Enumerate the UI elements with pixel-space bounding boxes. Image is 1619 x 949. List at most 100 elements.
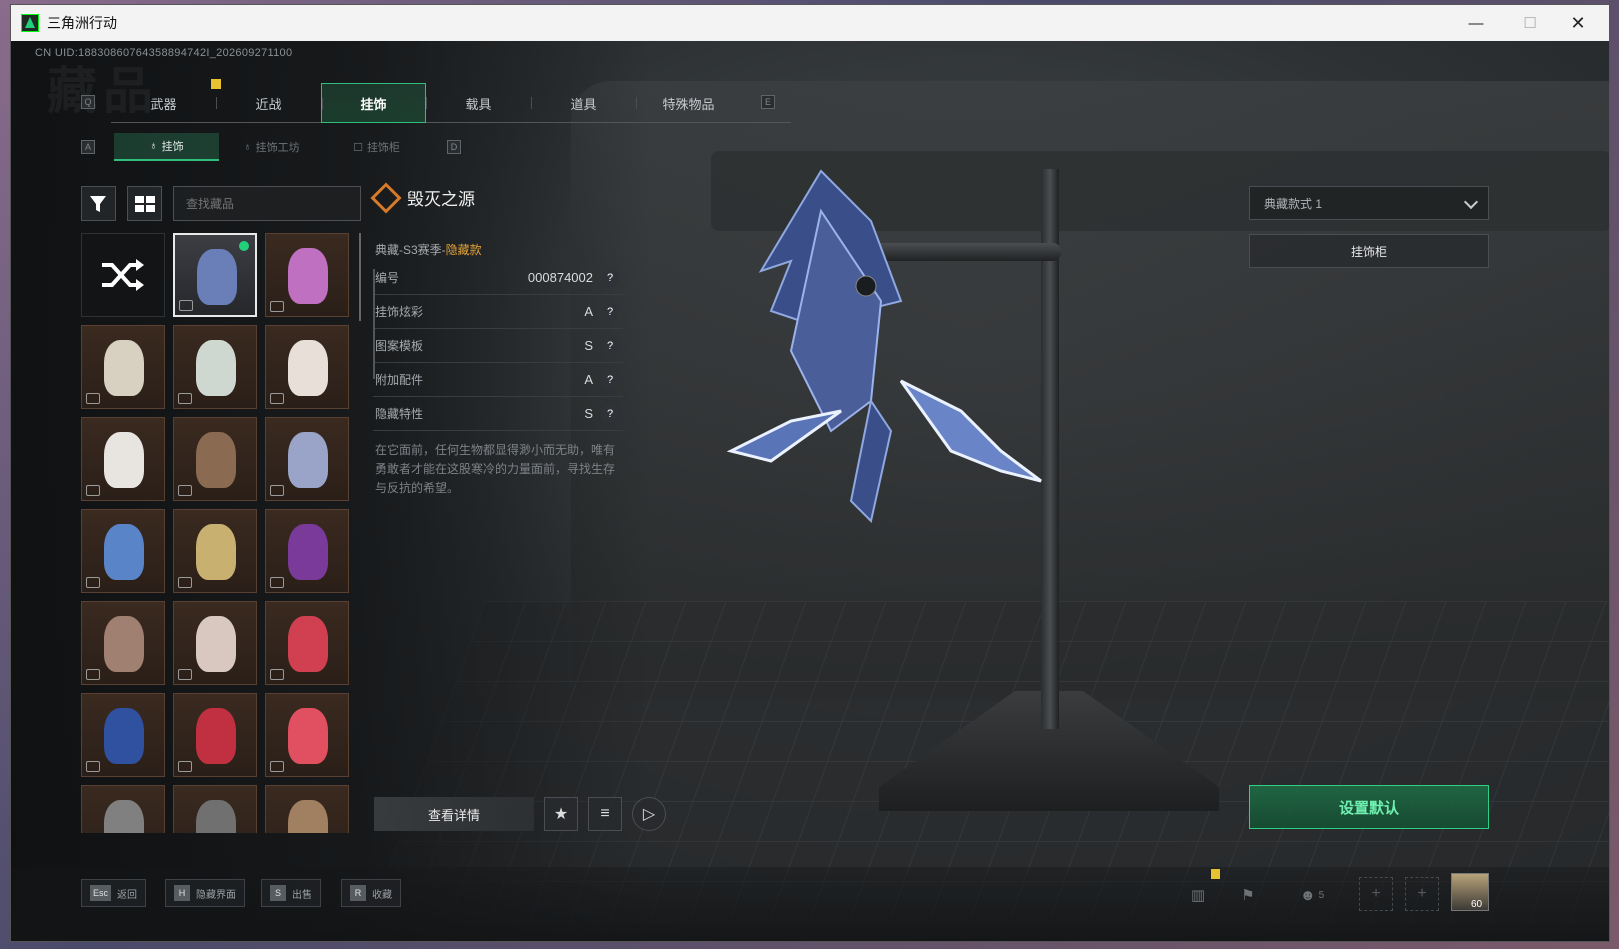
help-icon[interactable]: ?: [601, 268, 619, 287]
attr-row-hidden-trait: 隐藏特性 S ?: [373, 397, 623, 431]
detail-scrollbar[interactable]: [373, 269, 375, 379]
hint-key: S: [270, 885, 286, 901]
view-details-button[interactable]: 查看详情: [374, 797, 534, 831]
charm-item[interactable]: [265, 785, 349, 833]
help-icon[interactable]: ?: [601, 336, 619, 355]
charm-thumbnail: [288, 800, 328, 833]
tab-weapons[interactable]: 武器: [111, 83, 216, 123]
style-dropdown[interactable]: 典藏款式 1: [1249, 186, 1489, 220]
play-animation-button[interactable]: ▷: [632, 797, 666, 831]
hint-hide-ui[interactable]: H 隐藏界面: [165, 879, 245, 907]
flag-icon[interactable]: ⚑: [1233, 881, 1263, 909]
subtab-workshop-label: 挂饰工坊: [255, 142, 300, 154]
attr-label: 隐藏特性: [375, 407, 424, 421]
team-slot-2[interactable]: +: [1405, 877, 1439, 911]
player-level: 60: [1471, 899, 1483, 910]
image-badge-icon: [86, 577, 100, 588]
hint-sell[interactable]: S 出售: [261, 879, 321, 907]
charm-item[interactable]: [81, 509, 165, 593]
charm-item[interactable]: [81, 325, 165, 409]
image-badge-icon: [270, 577, 284, 588]
charm-item[interactable]: [265, 509, 349, 593]
subtab-charm-cabinet[interactable]: ☐ 挂饰柜: [324, 133, 429, 161]
charm-item[interactable]: [81, 693, 165, 777]
hint-collect[interactable]: R 收藏: [341, 879, 401, 907]
charm-item[interactable]: [265, 233, 349, 317]
image-badge-icon: [270, 393, 284, 404]
tab-vehicles[interactable]: 载具: [426, 83, 531, 123]
charm-item[interactable]: [173, 693, 257, 777]
grid-view-button[interactable]: [127, 186, 162, 221]
image-badge-icon: [270, 761, 284, 772]
charm-thumbnail: [196, 800, 236, 833]
charm-item[interactable]: [265, 417, 349, 501]
prev-subtab-hotkey: A: [81, 140, 95, 154]
friends-button[interactable]: ☻ 5: [1291, 881, 1333, 909]
charm-name: 毁灭之源: [407, 190, 475, 209]
charm-thumbnail: [197, 249, 237, 305]
shuffle-icon: [102, 259, 144, 291]
hint-key: H: [174, 885, 190, 901]
charm-item[interactable]: [173, 325, 257, 409]
help-icon[interactable]: ?: [601, 302, 619, 321]
attr-label: 编号: [375, 271, 400, 285]
tab-melee[interactable]: 近战: [216, 83, 321, 123]
charm-description: 在它面前，任何生物都显得渺小而无助，唯有勇敢者才能在这股寒冷的力量面前，寻找生存…: [375, 443, 616, 495]
subtab-charms[interactable]: ♁ 挂饰: [114, 133, 219, 161]
hint-back[interactable]: Esc 返回: [81, 879, 147, 907]
help-icon[interactable]: ?: [601, 404, 619, 423]
workshop-icon: ♁: [243, 141, 252, 153]
charm-meta-hidden: 隐藏款: [445, 243, 482, 257]
tab-charms[interactable]: 挂饰: [321, 83, 426, 123]
image-badge-icon: [178, 485, 192, 496]
image-badge-icon: [178, 577, 192, 588]
favorite-button[interactable]: ★: [544, 797, 578, 831]
set-default-button[interactable]: 设置默认: [1249, 785, 1489, 829]
filter-button[interactable]: [81, 186, 116, 221]
dragon-charm-model[interactable]: [701, 151, 1061, 531]
charm-item[interactable]: [173, 601, 257, 685]
title-bar: 三角洲行动 — ☐ ✕: [11, 5, 1609, 41]
charm-item[interactable]: [81, 601, 165, 685]
tab-props[interactable]: 道具: [531, 83, 636, 123]
player-avatar[interactable]: [1451, 873, 1489, 911]
close-button[interactable]: ✕: [1555, 5, 1601, 41]
charm-item-selected[interactable]: [173, 233, 257, 317]
sub-category-tabs: ♁ 挂饰 ♁ 挂饰工坊 ☐ 挂饰柜: [114, 133, 454, 161]
subtab-charms-label: 挂饰: [161, 141, 184, 153]
random-charm-button[interactable]: [81, 233, 165, 317]
filter-list-button[interactable]: ≡: [588, 797, 622, 831]
charm-item[interactable]: [265, 325, 349, 409]
hint-label: 隐藏界面: [196, 889, 236, 901]
charm-thumbnail: [196, 524, 236, 580]
charm-item[interactable]: [173, 417, 257, 501]
maximize-button[interactable]: ☐: [1507, 5, 1553, 41]
attr-row-color: 挂饰炫彩 A ?: [373, 295, 623, 329]
grid-scrollbar[interactable]: [359, 233, 361, 321]
charm-thumbnail: [196, 432, 236, 488]
new-item-marker-icon: [211, 79, 221, 89]
charm-item[interactable]: [173, 785, 257, 833]
charm-thumbnail: [104, 616, 144, 672]
subtab-cabinet-label: 挂饰柜: [366, 142, 400, 154]
charm-item[interactable]: [81, 785, 165, 833]
charm-item[interactable]: [265, 693, 349, 777]
charm-cabinet-button[interactable]: 挂饰柜: [1249, 234, 1489, 268]
cabinet-icon: ☐: [353, 141, 363, 154]
charm-item[interactable]: [81, 417, 165, 501]
tab-special-items[interactable]: 特殊物品: [636, 83, 741, 123]
subtab-charm-workshop[interactable]: ♁ 挂饰工坊: [219, 133, 324, 161]
help-icon[interactable]: ?: [601, 370, 619, 389]
stats-icon[interactable]: ▥: [1183, 881, 1213, 909]
grid-view-icon: [134, 195, 155, 212]
charm-thumbnail: [104, 800, 144, 833]
window-title: 三角洲行动: [47, 15, 117, 31]
image-badge-icon: [86, 669, 100, 680]
charm-thumbnail: [288, 432, 328, 488]
charm-item[interactable]: [265, 601, 349, 685]
search-input[interactable]: [173, 186, 361, 221]
team-slot-1[interactable]: +: [1359, 877, 1393, 911]
charm-item[interactable]: [173, 509, 257, 593]
minimize-button[interactable]: —: [1453, 5, 1499, 41]
attr-label: 图案模板: [375, 339, 424, 353]
